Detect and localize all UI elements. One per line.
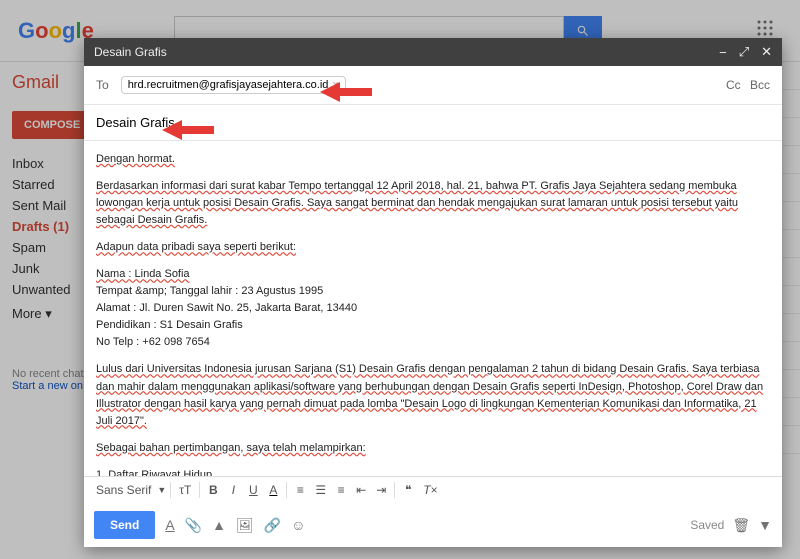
compose-title: Desain Grafis (94, 45, 707, 59)
close-icon[interactable]: ✕ (761, 44, 772, 60)
to-label: To (96, 78, 109, 92)
minimize-icon[interactable]: − (719, 45, 727, 60)
arrow-annotation-subject (162, 118, 214, 147)
underline-icon[interactable]: U (244, 481, 262, 499)
drive-icon[interactable]: ▲ (212, 517, 226, 533)
compose-body[interactable]: Dengan hormat. Berdasarkan informasi dar… (84, 141, 782, 476)
arrow-annotation-to (320, 80, 372, 109)
body-p5: Lulus dari Universitas Indonesia jurusan… (96, 363, 763, 426)
cc-link[interactable]: Cc (726, 78, 741, 92)
bold-icon[interactable]: B (204, 481, 222, 499)
attach-icon[interactable]: 📎 (185, 517, 202, 534)
emoji-icon[interactable]: ☺ (291, 517, 305, 533)
recipient-chip[interactable]: hrd.recruitmen@grafisjayasejahtera.co.id… (121, 76, 346, 94)
body-p2: Berdasarkan informasi dari surat kabar T… (96, 180, 738, 226)
body-phone: No Telp : +62 098 7654 (96, 336, 210, 348)
body-p6: Sebagai bahan pertimbangan, saya telah m… (96, 442, 366, 454)
body-birth: Tempat &amp; Tanggal lahir : 23 Agustus … (96, 285, 323, 297)
bcc-link[interactable]: Bcc (750, 78, 770, 92)
saved-label: Saved (690, 518, 724, 532)
numbered-list-icon[interactable]: ☰ (311, 481, 330, 499)
body-l1: 1. Daftar Riwayat Hidup (96, 469, 212, 476)
quote-icon[interactable]: ❝ (399, 481, 417, 499)
text-color-icon[interactable]: A (264, 481, 282, 499)
text-format-icon[interactable]: A (165, 517, 174, 533)
body-address: Alamat : Jl. Duren Sawit No. 25, Jakarta… (96, 302, 357, 314)
align-icon[interactable]: ≡ (291, 481, 309, 499)
body-name: Nama : Linda Sofia (96, 268, 190, 280)
indent-more-icon[interactable]: ⇥ (372, 481, 390, 499)
remove-format-icon[interactable]: T× (419, 481, 441, 499)
photo-icon[interactable]: 🖼 (236, 517, 254, 534)
body-p3: Adapun data pribadi saya seperti berikut… (96, 241, 296, 253)
format-toolbar: Sans Serif▼ τT B I U A ≡ ☰ ≡ ⇤ ⇥ ❝ T× (84, 476, 782, 503)
italic-icon[interactable]: I (224, 481, 242, 499)
link-icon[interactable]: 🔗 (264, 517, 281, 534)
body-education: Pendidikan : S1 Desain Grafis (96, 319, 243, 331)
trash-icon[interactable]: 🗑 (732, 517, 750, 534)
font-size-icon[interactable]: τT (175, 481, 195, 499)
compose-window: Desain Grafis − ⤢ ✕ To hrd.recruitmen@gr… (84, 38, 782, 547)
body-p1: Dengan hormat. (96, 153, 175, 165)
font-select[interactable]: Sans Serif (92, 481, 155, 499)
expand-icon[interactable]: ⤢ (739, 44, 749, 60)
indent-less-icon[interactable]: ⇤ (352, 481, 370, 499)
bullet-list-icon[interactable]: ≡ (332, 481, 350, 499)
recipient-email: hrd.recruitmen@grafisjayasejahtera.co.id (128, 79, 329, 91)
more-options-icon[interactable]: ▼ (758, 517, 772, 533)
send-button[interactable]: Send (94, 511, 155, 539)
